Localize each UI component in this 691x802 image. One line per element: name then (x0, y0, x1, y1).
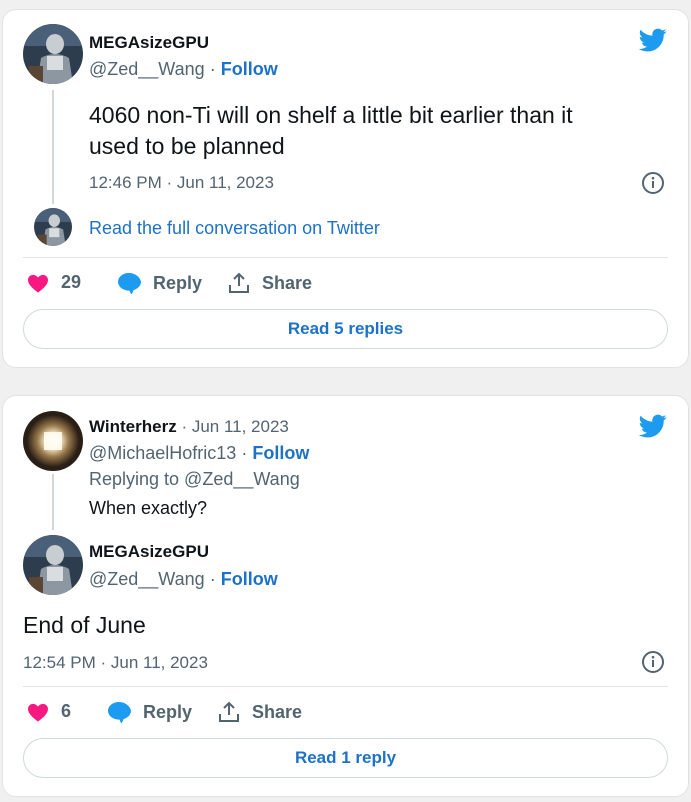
parent-tweet-text: When exactly? (89, 498, 208, 518)
share-icon (229, 272, 249, 293)
reply-label: Reply (153, 272, 203, 293)
read-conversation-link[interactable]: Read the full conversation on Twitter (89, 218, 380, 239)
tweet-text-line: 4060 non-Ti will on shelf a little bit e… (89, 102, 573, 128)
tweet-text: 4060 non-Ti will on shelf a little bit e… (89, 100, 573, 162)
avatar-image (23, 24, 83, 84)
small-avatar[interactable] (34, 208, 72, 246)
read-replies-label: Read 5 replies (287, 319, 404, 338)
tweet-card: MEGAsizeGPU @Zed__Wang · Follow 4060 non… (2, 9, 689, 368)
twitter-bird-icon[interactable] (637, 26, 669, 54)
avatar[interactable] (23, 535, 83, 595)
reply-bubble-icon (108, 702, 131, 723)
avatar-image (34, 208, 72, 246)
reply-button[interactable]: Reply (117, 272, 202, 294)
like-button[interactable]: 6 (27, 701, 71, 722)
separator: · (209, 569, 216, 589)
avatar-image (23, 535, 83, 595)
author-handle[interactable]: @Zed__Wang (89, 569, 205, 589)
timestamp[interactable]: 12:54 PM · Jun 11, 2023 (23, 653, 208, 673)
avatar[interactable] (23, 411, 83, 471)
avatar[interactable] (23, 24, 83, 84)
thread-line (52, 90, 54, 204)
heart-icon (28, 703, 48, 722)
tweet-text-line: used to be planned (89, 133, 285, 159)
info-icon[interactable] (641, 650, 665, 674)
reply-label: Reply (143, 701, 193, 722)
parent-author-name[interactable]: Winterherz (89, 417, 177, 436)
follow-link[interactable]: Follow (221, 569, 278, 589)
read-replies-button[interactable]: Read 1 reply (23, 738, 668, 778)
avatar-image (23, 411, 83, 471)
replying-to[interactable]: Replying to @Zed__Wang (89, 469, 300, 490)
twitter-bird-icon[interactable] (637, 412, 669, 440)
share-label: Share (252, 701, 303, 722)
separator: · (241, 443, 248, 463)
follow-link[interactable]: Follow (252, 443, 309, 463)
separator: · (209, 59, 216, 79)
like-button[interactable]: 29 (27, 272, 81, 293)
parent-date[interactable]: · Jun 11, 2023 (181, 417, 288, 436)
info-icon[interactable] (641, 171, 665, 195)
share-label: Share (262, 272, 313, 293)
like-count: 6 (61, 701, 72, 721)
share-icon (219, 701, 239, 722)
author-handle[interactable]: @Zed__Wang (89, 59, 205, 79)
author-handle-row: @Zed__Wang · Follow (89, 569, 278, 590)
author-handle-row: @Zed__Wang · Follow (89, 59, 278, 80)
author-name[interactable]: MEGAsizeGPU (89, 33, 209, 53)
tweet-text: End of June (23, 612, 146, 638)
read-replies-button[interactable]: Read 5 replies (23, 309, 668, 349)
parent-author-handle[interactable]: @MichaelHofric13 (89, 443, 236, 463)
read-replies-label: Read 1 reply (294, 748, 397, 767)
reply-button[interactable]: Reply (107, 701, 192, 723)
like-count: 29 (61, 272, 82, 292)
heart-icon (28, 274, 48, 293)
author-name[interactable]: MEGAsizeGPU (89, 542, 209, 562)
divider (23, 686, 668, 687)
thread-line (52, 474, 54, 530)
reply-bubble-icon (118, 273, 141, 294)
share-button[interactable]: Share (228, 272, 312, 294)
timestamp[interactable]: 12:46 PM · Jun 11, 2023 (89, 173, 274, 193)
divider (23, 257, 668, 258)
share-button[interactable]: Share (218, 701, 302, 723)
parent-handle-row: @MichaelHofric13 · Follow (89, 443, 309, 464)
tweet-card: Winterherz · Jun 11, 2023 @MichaelHofric… (2, 395, 689, 797)
parent-author-row: Winterherz · Jun 11, 2023 (89, 417, 289, 437)
follow-link[interactable]: Follow (221, 59, 278, 79)
